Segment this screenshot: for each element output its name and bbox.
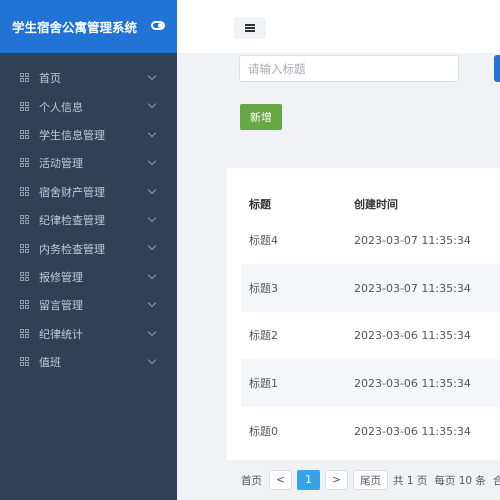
sidebar-item-students[interactable]: 学生信息管理 [0, 121, 177, 149]
sidebar-item-profile[interactable]: 个人信息 [0, 92, 177, 120]
hamburger-icon [245, 24, 255, 32]
grid-icon [20, 328, 30, 339]
chevron-down-icon [147, 355, 157, 365]
cell-title: 标题0 [249, 425, 278, 438]
sidebar-item-label: 留言管理 [39, 299, 83, 313]
search-input[interactable] [239, 55, 459, 82]
cell-created-time: 2023-03-07 11:35:34 [354, 233, 471, 247]
sidebar-item-label: 活动管理 [39, 157, 83, 171]
table-row[interactable]: 标题4 2023-03-07 11:35:34 [241, 216, 500, 264]
chevron-down-icon [147, 128, 157, 138]
chevron-down-icon [147, 327, 157, 336]
app-title: 学生宿舍公寓管理系统 [12, 20, 138, 35]
cell-created-time: 2023-03-06 11:35:34 [354, 376, 471, 390]
chevron-down-icon [147, 298, 157, 308]
chevron-down-icon [147, 156, 157, 166]
add-button[interactable]: 新增 [240, 104, 282, 130]
sidebar-item-label: 纪律统计 [39, 327, 83, 341]
sidebar-item-label: 个人信息 [39, 100, 83, 114]
chevron-down-icon [147, 213, 157, 223]
sidebar-item-property[interactable]: 宿舍财产管理 [0, 178, 177, 206]
page-size-text: 每页 10 条 [434, 474, 486, 487]
sidebar-item-label: 宿舍财产管理 [39, 185, 105, 199]
sidebar-item-duty[interactable]: 值班 [0, 348, 177, 376]
sidebar: 学生宿舍公寓管理系统 首页 个人信息 学生信息管理 活动管理 宿舍财产管理 纪律… [0, 0, 177, 500]
sidebar-header: 学生宿舍公寓管理系统 [0, 0, 177, 53]
toggle-icon[interactable] [151, 21, 165, 30]
grid-icon [20, 73, 30, 83]
chevron-down-icon [147, 185, 157, 194]
grid-icon [20, 243, 30, 254]
grid-icon [20, 158, 30, 168]
topbar [177, 0, 500, 53]
sidebar-item-activities[interactable]: 活动管理 [0, 149, 177, 177]
cell-created-time: 2023-03-07 11:35:34 [354, 281, 471, 295]
cell-title: 标题1 [249, 377, 278, 390]
table-row[interactable]: 标题3 2023-03-07 11:35:34 [241, 264, 500, 312]
sidebar-item-label: 报修管理 [39, 270, 83, 284]
grid-icon [20, 101, 30, 112]
prev-page-button[interactable]: < [269, 470, 292, 490]
grid-icon [20, 129, 30, 140]
cell-created-time: 2023-03-06 11:35:34 [354, 424, 471, 438]
chevron-down-icon [147, 270, 157, 279]
pagination: 首页 < 1 > 尾页 共 1 页 每页 10 条 合 [241, 470, 500, 490]
grid-icon [20, 300, 30, 310]
cell-title: 标题2 [249, 329, 278, 342]
menu-toggle-button[interactable] [234, 17, 266, 39]
next-page-button[interactable]: > [325, 470, 348, 490]
sidebar-item-label: 值班 [39, 356, 61, 370]
sidebar-item-statistics[interactable]: 纪律统计 [0, 320, 177, 348]
table-row[interactable]: 标题1 2023-03-06 11:35:34 [241, 359, 500, 407]
grid-icon [20, 357, 30, 367]
sidebar-item-repairs[interactable]: 报修管理 [0, 263, 177, 291]
chevron-down-icon [147, 100, 157, 109]
total-count-text: 合 [492, 474, 500, 487]
grid-icon [20, 271, 30, 282]
sidebar-item-label: 学生信息管理 [39, 128, 105, 142]
chevron-down-icon [147, 71, 157, 81]
first-page-link[interactable]: 首页 [241, 473, 262, 488]
page-1-button[interactable]: 1 [297, 470, 320, 490]
cell-title: 标题4 [249, 234, 278, 247]
grid-icon [20, 215, 30, 225]
search-button[interactable] [494, 55, 500, 82]
sidebar-item-messages[interactable]: 留言管理 [0, 291, 177, 319]
cell-created-time: 2023-03-06 11:35:34 [354, 328, 471, 342]
cell-title: 标题3 [249, 282, 278, 295]
sidebar-menu: 首页 个人信息 学生信息管理 活动管理 宿舍财产管理 纪律检查管理 内务检查管理… [0, 64, 177, 376]
sidebar-item-label: 内务检查管理 [39, 242, 105, 256]
grid-icon [20, 186, 30, 197]
total-pages-text: 共 1 页 [393, 474, 428, 487]
table-row[interactable]: 标题0 2023-03-06 11:35:34 [241, 407, 500, 455]
sidebar-item-home[interactable]: 首页 [0, 64, 177, 92]
sidebar-item-label: 纪律检查管理 [39, 214, 105, 228]
table-row[interactable]: 标题2 2023-03-06 11:35:34 [241, 311, 500, 359]
sidebar-item-discipline[interactable]: 纪律检查管理 [0, 206, 177, 234]
sidebar-item-label: 首页 [39, 72, 61, 86]
sidebar-item-housekeeping[interactable]: 内务检查管理 [0, 234, 177, 262]
last-page-button[interactable]: 尾页 [353, 470, 388, 490]
chevron-down-icon [147, 242, 157, 251]
